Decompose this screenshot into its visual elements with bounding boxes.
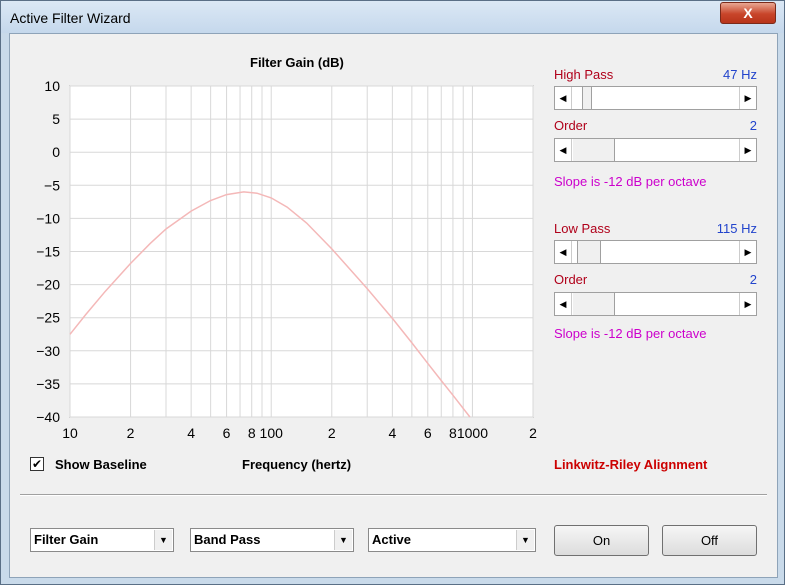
off-button[interactable]: Off bbox=[662, 525, 757, 556]
scroll-right-icon[interactable]: ▶ bbox=[739, 139, 756, 161]
title-bar: Active Filter Wizard X bbox=[1, 1, 784, 33]
slider-track bbox=[614, 139, 740, 161]
scroll-right-icon[interactable]: ▶ bbox=[739, 241, 756, 263]
y-tick-label: −5 bbox=[44, 177, 60, 193]
y-tick-label: −25 bbox=[36, 310, 60, 326]
lowpass-order-slider[interactable]: ◀ ▶ bbox=[554, 292, 757, 316]
highpass-label: High Pass bbox=[554, 67, 614, 82]
scroll-left-icon[interactable]: ◀ bbox=[555, 293, 572, 315]
scroll-left-icon[interactable]: ◀ bbox=[555, 241, 572, 263]
filter-type-value: Band Pass bbox=[194, 532, 261, 547]
x-axis-label: Frequency (hertz) bbox=[242, 457, 352, 472]
y-tick-label: 5 bbox=[52, 111, 60, 127]
y-tick-label: −15 bbox=[36, 244, 60, 260]
lowpass-slider-thumb[interactable] bbox=[577, 241, 601, 263]
slider-track bbox=[614, 293, 740, 315]
x-tick-label: 1000 bbox=[457, 425, 488, 441]
graph-type-value: Filter Gain bbox=[34, 532, 99, 547]
highpass-slope-text: Slope is -12 dB per octave bbox=[554, 174, 707, 189]
y-tick-label: −40 bbox=[36, 409, 60, 425]
x-tick-label: 100 bbox=[260, 425, 284, 441]
filter-mode-value: Active bbox=[372, 532, 412, 547]
y-tick-label: −20 bbox=[36, 277, 60, 293]
highpass-order-thumb[interactable] bbox=[573, 139, 615, 161]
highpass-order-value: 2 bbox=[749, 118, 757, 133]
highpass-order-label: Order bbox=[554, 118, 588, 133]
x-tick-label: 6 bbox=[424, 425, 432, 441]
lowpass-label: Low Pass bbox=[554, 221, 611, 236]
scroll-left-icon[interactable]: ◀ bbox=[555, 139, 572, 161]
scroll-left-icon[interactable]: ◀ bbox=[555, 87, 572, 109]
filter-gain-chart: 1050−5−10−15−20−25−30−35−40 10 2 4 6 8 100 2 4 6… bbox=[36, 78, 537, 441]
divider bbox=[20, 494, 767, 496]
lowpass-order-thumb[interactable] bbox=[573, 293, 615, 315]
x-tick-label: 8 bbox=[449, 425, 457, 441]
chevron-down-icon[interactable]: ▼ bbox=[334, 530, 352, 550]
x-tick-label: 2 bbox=[529, 425, 537, 441]
x-tick-label: 6 bbox=[223, 425, 231, 441]
y-tick-label: −35 bbox=[36, 376, 60, 392]
scroll-right-icon[interactable]: ▶ bbox=[739, 293, 756, 315]
window-title: Active Filter Wizard bbox=[10, 10, 131, 26]
dialog-body: Filter Gain (dB) 10 5 0 −5 −10 −15 −20 −25 −30 −3… bbox=[9, 33, 778, 578]
highpass-slider[interactable]: ◀ ▶ bbox=[554, 86, 757, 110]
y-tick-label: 10 bbox=[44, 78, 60, 94]
lowpass-slope-text: Slope is -12 dB per octave bbox=[554, 326, 707, 341]
x-tick-label: 8 bbox=[248, 425, 256, 441]
lowpass-value: 115 Hz bbox=[716, 221, 757, 236]
close-button[interactable]: X bbox=[720, 2, 776, 24]
show-baseline-label[interactable]: Show Baseline bbox=[55, 457, 147, 472]
lowpass-slider[interactable]: ◀ ▶ bbox=[554, 240, 757, 264]
chevron-down-icon[interactable]: ▼ bbox=[154, 530, 172, 550]
alignment-text: Linkwitz-Riley Alignment bbox=[554, 457, 708, 472]
y-tick-label: −30 bbox=[36, 343, 60, 359]
x-tick-label: 2 bbox=[127, 425, 135, 441]
filter-mode-select[interactable]: Active ▼ bbox=[368, 528, 536, 552]
y-tick-label: 0 bbox=[52, 144, 60, 160]
x-tick-label: 2 bbox=[328, 425, 336, 441]
highpass-value: 47 Hz bbox=[723, 67, 757, 82]
highpass-slider-thumb[interactable] bbox=[582, 87, 592, 109]
x-tick-label: 10 bbox=[62, 425, 78, 441]
graph-type-select[interactable]: Filter Gain ▼ bbox=[30, 528, 174, 552]
filter-type-select[interactable]: Band Pass ▼ bbox=[190, 528, 354, 552]
y-tick-label: −10 bbox=[36, 210, 60, 226]
highpass-order-slider[interactable]: ◀ ▶ bbox=[554, 138, 757, 162]
active-filter-wizard-window: Active Filter Wizard X Filter Gain (dB) … bbox=[0, 0, 785, 585]
show-baseline-checkbox[interactable]: ✔ bbox=[30, 457, 44, 471]
chevron-down-icon[interactable]: ▼ bbox=[516, 530, 534, 550]
scroll-right-icon[interactable]: ▶ bbox=[739, 87, 756, 109]
on-button[interactable]: On bbox=[554, 525, 649, 556]
lowpass-order-value: 2 bbox=[749, 272, 757, 287]
x-tick-label: 4 bbox=[187, 425, 195, 441]
x-tick-label: 4 bbox=[388, 425, 396, 441]
lowpass-order-label: Order bbox=[554, 272, 588, 287]
